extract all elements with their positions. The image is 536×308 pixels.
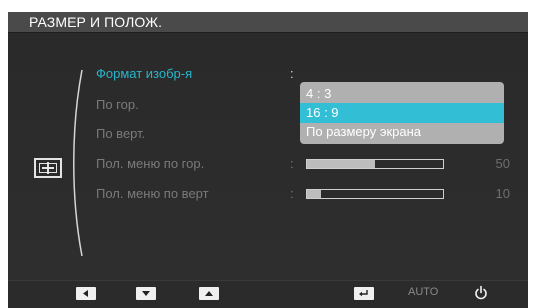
menu-v-position-value: 10 — [495, 186, 510, 201]
auto-label[interactable]: AUTO — [408, 286, 438, 298]
menu-title: РАЗМЕР И ПОЛОЖ. — [29, 14, 163, 30]
osd-panel: РАЗМЕР И ПОЛОЖ. Формат изобр-я : По гор.… — [8, 12, 528, 308]
menu-item-v-position[interactable]: По верт. — [96, 126, 145, 141]
menu-v-position-slider[interactable] — [306, 189, 444, 199]
colon-separator: : — [290, 186, 294, 201]
colon-separator: : — [290, 66, 294, 81]
menu-item-menu-h-position[interactable]: Пол. меню по гор. — [96, 156, 204, 171]
slider-fill — [307, 190, 321, 198]
vertical-bar — [47, 162, 49, 174]
slider-fill — [307, 160, 375, 168]
dropdown-option-4-3[interactable]: 4 : 3 — [300, 84, 504, 104]
power-icon[interactable] — [474, 285, 488, 301]
menu-item-h-position[interactable]: По гор. — [96, 97, 139, 112]
size-position-icon[interactable] — [34, 158, 62, 178]
menu-h-position-value: 50 — [495, 156, 510, 171]
left-arrow-icon[interactable] — [76, 287, 96, 300]
dropdown-option-screen-fit[interactable]: По размеру экрана — [300, 122, 504, 142]
menu-arc-decoration — [73, 69, 83, 257]
title-bar: РАЗМЕР И ПОЛОЖ. — [8, 12, 528, 33]
menu-h-position-slider[interactable] — [306, 159, 444, 169]
picture-size-dropdown[interactable]: 4 : 3 16 : 9 По размеру экрана — [300, 82, 504, 144]
enter-icon[interactable] — [354, 287, 374, 300]
button-guide-bar: AUTO — [8, 280, 528, 308]
down-arrow-icon[interactable] — [136, 287, 156, 300]
colon-separator: : — [290, 156, 294, 171]
up-arrow-icon[interactable] — [199, 287, 219, 300]
menu-content: Формат изобр-я : По гор. По верт. Пол. м… — [8, 33, 528, 280]
menu-item-menu-v-position[interactable]: Пол. меню по верт — [96, 186, 209, 201]
dropdown-option-16-9[interactable]: 16 : 9 — [300, 103, 504, 123]
menu-item-picture-size[interactable]: Формат изобр-я — [96, 66, 192, 81]
